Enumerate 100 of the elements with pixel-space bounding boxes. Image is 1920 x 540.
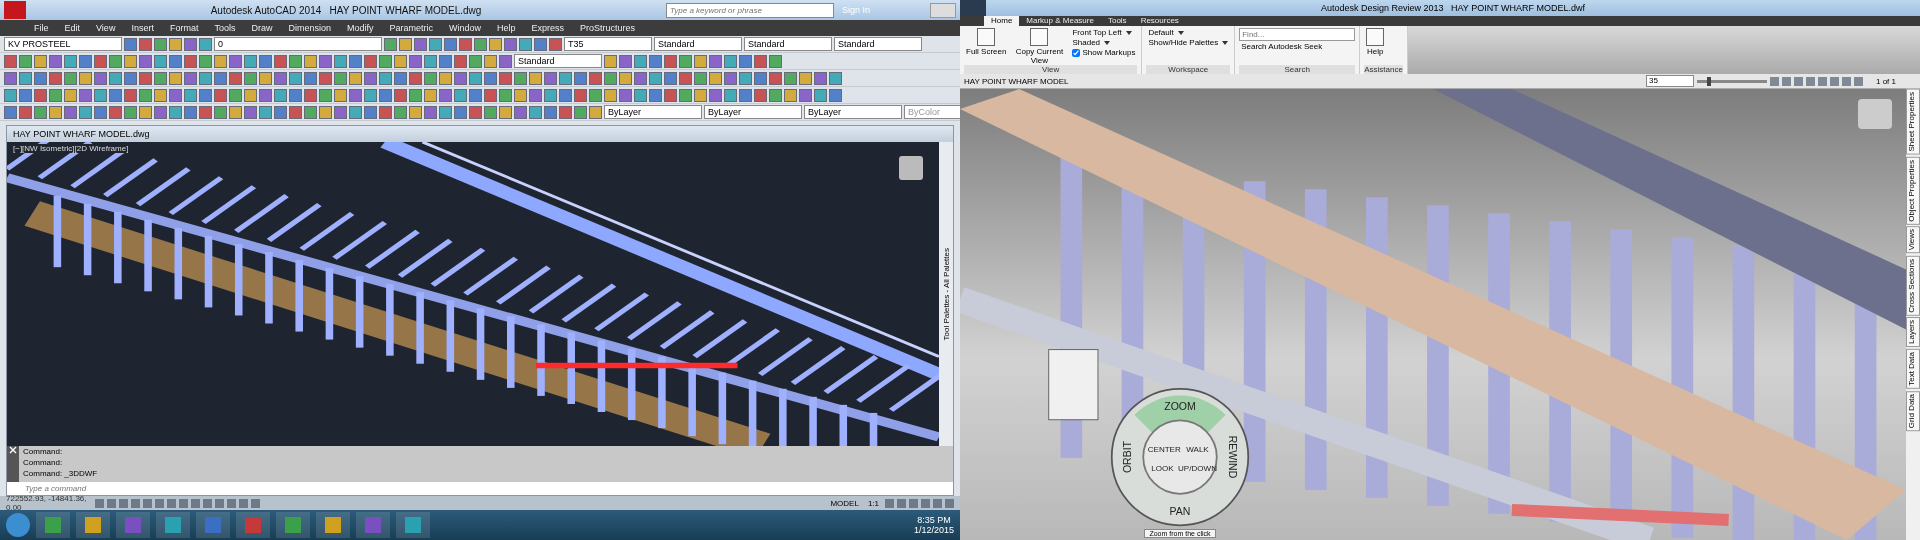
toolbar-icon[interactable] (319, 105, 332, 119)
toolbar-icon[interactable] (184, 105, 197, 119)
toolbar-icon[interactable] (414, 37, 427, 51)
toolbar-icon[interactable] (79, 54, 92, 68)
toolbar-icon[interactable] (724, 71, 737, 85)
toolbar-icon[interactable] (769, 88, 782, 102)
toolbar-icon[interactable] (64, 105, 77, 119)
toolbar-icon[interactable] (274, 105, 287, 119)
toolbar-icon[interactable] (349, 88, 362, 102)
ribbon-tab[interactable]: Home (984, 16, 1020, 26)
toolbar-icon[interactable] (394, 54, 407, 68)
toolbar-icon[interactable] (334, 71, 347, 85)
toolbar-icon[interactable] (574, 88, 587, 102)
toolbar-icon[interactable] (499, 88, 512, 102)
toolbar-icon[interactable] (124, 105, 137, 119)
toolbar-icon[interactable] (34, 88, 47, 102)
toolbar-icon[interactable] (474, 37, 487, 51)
toolbar-icon[interactable] (19, 71, 32, 85)
toolbar-icon[interactable] (109, 71, 122, 85)
toolbar-icon[interactable] (544, 105, 557, 119)
toolbar-icon[interactable] (349, 105, 362, 119)
pan-label[interactable]: PAN (1169, 504, 1191, 517)
show-markups-checkbox[interactable] (1072, 48, 1081, 57)
toolbar-icon[interactable] (469, 105, 482, 119)
toolbar-icon[interactable] (244, 105, 257, 119)
toolbar-icon[interactable] (589, 105, 602, 119)
toolbar-icon[interactable] (154, 54, 167, 68)
toolbar-icon[interactable] (454, 54, 467, 68)
toolbar-icon[interactable] (409, 105, 422, 119)
toolbar-icon[interactable] (34, 54, 47, 68)
taskbar-app-icon[interactable] (76, 512, 110, 538)
toolbar-icon[interactable] (429, 37, 442, 51)
toolbar-icon[interactable] (94, 105, 107, 119)
toolbar-icon[interactable] (574, 105, 587, 119)
toolbar-icon[interactable] (64, 71, 77, 85)
menu-item[interactable]: Express (525, 23, 571, 33)
toolbar-icon[interactable] (784, 71, 797, 85)
toolbar-icon[interactable] (319, 54, 332, 68)
toolbar-icon[interactable] (649, 88, 662, 102)
orbit-label[interactable]: ORBIT (1121, 440, 1133, 474)
lineweight-dropdown[interactable]: ByLayer (804, 105, 902, 119)
toolbar-icon[interactable] (469, 71, 482, 85)
viewport-label[interactable]: [−][NW Isometric][2D Wireframe] (11, 144, 131, 153)
toolbar-icon[interactable] (259, 88, 272, 102)
toolbar-icon[interactable] (214, 105, 227, 119)
look-label[interactable]: LOOK (1151, 464, 1174, 473)
toolbar-icon[interactable] (139, 54, 152, 68)
toolbar-icon[interactable] (504, 37, 517, 51)
toolbar-icon[interactable] (799, 71, 812, 85)
toolbar-icon[interactable] (79, 105, 92, 119)
toolbar-icon[interactable] (139, 71, 152, 85)
toolbar-icon[interactable] (519, 37, 532, 51)
toolbar-icon[interactable] (199, 71, 212, 85)
toolbar-icon[interactable] (4, 54, 17, 68)
visual-style-dropdown[interactable]: Standard (514, 54, 602, 68)
toolbar-icon[interactable] (709, 71, 722, 85)
toolbar-icon[interactable] (364, 105, 377, 119)
toolbar-icon[interactable] (154, 105, 167, 119)
toolbar-icon[interactable] (514, 71, 527, 85)
toolbar-icon[interactable] (394, 88, 407, 102)
toolbar-icon[interactable] (799, 88, 812, 102)
toolbar-icon[interactable] (829, 88, 842, 102)
toolbar-icon[interactable] (784, 88, 797, 102)
toolbar-icon[interactable] (469, 88, 482, 102)
toolbar-icon[interactable] (229, 105, 242, 119)
palette-tab[interactable]: Text Data (1906, 349, 1920, 390)
toolbar-icon[interactable] (94, 71, 107, 85)
toolbar-icon[interactable] (409, 71, 422, 85)
toolbar-icon[interactable] (334, 54, 347, 68)
toolbar-icon[interactable] (619, 88, 632, 102)
menu-item[interactable]: Draw (245, 23, 279, 33)
ribbon-tab[interactable]: Resources (1133, 16, 1186, 26)
dimension-style-dropdown[interactable]: Standard (654, 37, 742, 51)
toolbar-icon[interactable] (259, 54, 272, 68)
toolbar-icon[interactable] (754, 71, 767, 85)
toolbar-icon[interactable] (199, 37, 212, 51)
toolbar-icon[interactable] (649, 54, 662, 68)
palette-tab[interactable]: Cross Sections (1906, 255, 1920, 316)
toolbar-icon[interactable] (169, 71, 182, 85)
palette-tab[interactable]: Grid Data (1906, 391, 1920, 432)
toolbar-icon[interactable] (364, 88, 377, 102)
toolbar-icon[interactable] (604, 54, 617, 68)
toolbar-icon[interactable] (664, 71, 677, 85)
toolbar-icon[interactable] (589, 88, 602, 102)
toolbar-icon[interactable] (274, 54, 287, 68)
toolbar-icon[interactable] (4, 88, 17, 102)
toolbar-icon[interactable] (514, 88, 527, 102)
toolbar-icon[interactable] (244, 54, 257, 68)
toolbar-icon[interactable] (814, 88, 827, 102)
toolbar-icon[interactable] (334, 88, 347, 102)
toolbar-icon[interactable] (679, 88, 692, 102)
taskbar-app-icon[interactable] (156, 512, 190, 538)
toolbar-icon[interactable] (424, 71, 437, 85)
color-dropdown[interactable]: ByLayer (604, 105, 702, 119)
toolbar-icon[interactable] (244, 71, 257, 85)
help-button[interactable]: Help (1364, 28, 1387, 65)
toolbar-icon[interactable] (109, 88, 122, 102)
toolbar-icon[interactable] (484, 54, 497, 68)
toolbar-icon[interactable] (49, 54, 62, 68)
annotation-scale-button[interactable]: 1:1 (864, 498, 882, 508)
